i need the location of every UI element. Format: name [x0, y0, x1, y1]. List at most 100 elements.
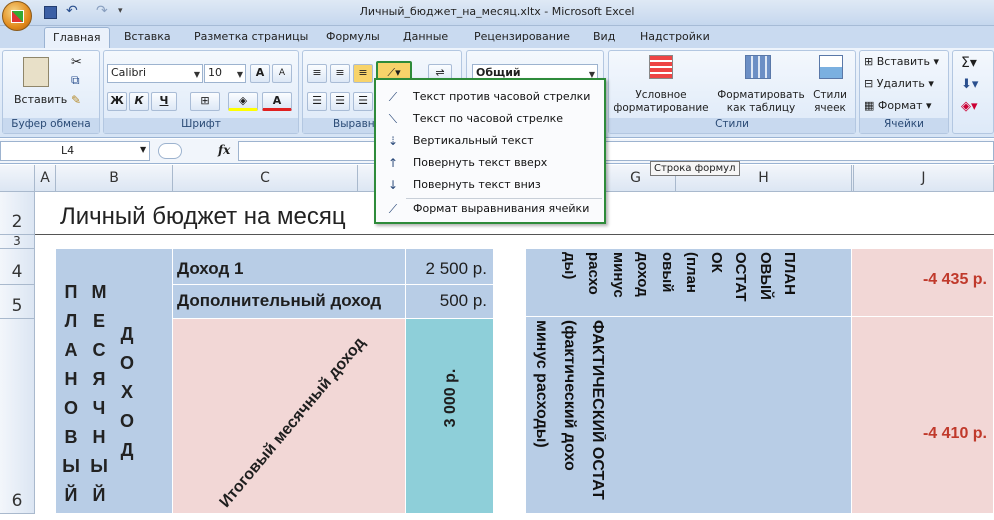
menu-item-format-alignment[interactable]: ⟋ Формат выравнивания ячейки [376, 198, 604, 220]
extra-income-value: 500 р. [439, 291, 487, 310]
fx-icon[interactable]: fx [218, 143, 230, 157]
font-label: Шрифт [104, 118, 298, 133]
planned-balance-line: (план [683, 252, 700, 293]
row-header-2[interactable]: 2 [0, 192, 35, 235]
row-header-3[interactable]: 3 [0, 234, 35, 249]
formula-bar-toggle[interactable] [158, 143, 182, 159]
clear-icon[interactable]: ◈▾ [961, 99, 978, 114]
format-align-icon: ⟋ [388, 202, 398, 216]
cell-styles-button[interactable]: Стили ячеек [807, 89, 853, 115]
income1-label-cell[interactable]: Доход 1 [173, 249, 406, 285]
column-header-c[interactable]: C [173, 165, 358, 192]
actual-balance-value-cell[interactable]: -4 410 р. [852, 317, 994, 514]
income1-value-cell[interactable]: 2 500 р. [406, 249, 494, 285]
paste-icon[interactable] [23, 57, 49, 87]
bold-button[interactable]: Ж [107, 92, 127, 111]
sheet-title: Личный бюджет на месяц [60, 203, 346, 230]
chevron-down-icon: ▼ [236, 70, 243, 79]
format-cells-button[interactable]: ▦ Формат ▾ [864, 99, 932, 112]
planned-income-col3: ДОХОД [116, 320, 138, 465]
name-box-dropdown-icon[interactable]: ▼ [140, 145, 146, 154]
row-header-5[interactable]: 5 [0, 285, 35, 319]
menu-item-format-alignment-label: Формат выравнивания ячейки [413, 202, 590, 215]
total-income-value: 3 000 р. [442, 368, 459, 428]
cell-styles-icon[interactable] [819, 55, 843, 79]
format-as-table-button[interactable]: Форматировать как таблицу [713, 89, 809, 115]
menu-item-rotate-up[interactable]: ↑ Повернуть текст вверх [376, 152, 604, 174]
menu-item-rotate-up-label: Повернуть текст вверх [413, 156, 548, 169]
align-center-button[interactable]: ☰ [330, 92, 350, 111]
fill-color-button[interactable]: ◈ [228, 92, 258, 111]
borders-button[interactable]: ⊞ [190, 92, 220, 111]
menu-item-vertical-text[interactable]: ⇣ Вертикальный текст [376, 130, 604, 152]
tab-insert[interactable]: Вставка [124, 30, 171, 43]
conditional-format-button[interactable]: Условное форматирование [611, 89, 711, 115]
planned-word: ПЛАНОВЫЙ [62, 282, 80, 505]
tab-page-layout[interactable]: Разметка страницы [194, 30, 308, 43]
styles-group: Условное форматирование Форматировать ка… [608, 50, 856, 134]
planned-income-col2: МЕСЯЧНЫЙ [88, 278, 110, 510]
menu-item-ccw-text[interactable]: ⟋ Текст против часовой стрелки [376, 86, 604, 108]
font-color-button[interactable]: A [262, 92, 292, 111]
planned-balance-line: ПЛАН [781, 252, 798, 295]
tab-review[interactable]: Рецензирование [474, 30, 570, 43]
tab-data[interactable]: Данные [403, 30, 448, 43]
total-income-value-cell[interactable]: 3 000 р. [406, 319, 494, 514]
copy-icon[interactable]: ⧉ [71, 73, 80, 88]
formula-bar-tooltip: Строка формул [650, 161, 740, 176]
tab-home[interactable]: Главная [44, 27, 110, 49]
row-header-4[interactable]: 4 [0, 249, 35, 285]
clipboard-label: Буфер обмена [3, 118, 99, 133]
planned-balance-line: ОК [707, 252, 725, 273]
extra-income-value-cell[interactable]: 500 р. [406, 285, 494, 319]
align-middle-button[interactable]: ≡ [330, 64, 350, 83]
underline-button[interactable]: Ч [151, 92, 177, 111]
insert-cells-button[interactable]: ⊞ Вставить ▾ [864, 55, 939, 68]
column-header-j[interactable]: J [854, 165, 994, 192]
office-logo-icon [11, 10, 24, 23]
planned-balance-value: -4 435 р. [922, 271, 987, 288]
paste-button[interactable]: Вставить [14, 93, 67, 106]
tab-view[interactable]: Вид [593, 30, 615, 43]
tab-addins[interactable]: Надстройки [640, 30, 710, 43]
menu-item-rotate-down[interactable]: ↓ Повернуть текст вниз [376, 174, 604, 196]
cut-icon[interactable]: ✂ [71, 55, 82, 70]
format-painter-icon[interactable]: ✎ [71, 93, 81, 107]
planned-balance-line: ОСТАТ [732, 252, 749, 302]
title-underline [35, 234, 994, 235]
fill-icon[interactable]: ⬇▾ [961, 77, 978, 92]
ccw-text-icon: ⟋ [388, 90, 398, 104]
delete-cells-button[interactable]: ⊟ Удалить ▾ [864, 77, 934, 90]
name-box[interactable]: L4 [0, 141, 150, 161]
align-bottom-button[interactable]: ≡ [353, 64, 373, 83]
income-word: ДОХОД [119, 324, 134, 460]
tab-formulas[interactable]: Формулы [326, 30, 380, 43]
row-header-6[interactable]: 6 [0, 319, 35, 514]
font-name-combo[interactable]: Calibri ▼ [107, 64, 203, 83]
column-header-a[interactable]: A [35, 165, 56, 192]
select-all-corner[interactable] [0, 165, 35, 192]
font-size-value: 10 [208, 66, 222, 79]
planned-balance-line: минус [609, 252, 627, 298]
vertical-text-icon: ⇣ [387, 134, 399, 148]
align-right-button[interactable]: ☰ [353, 92, 373, 111]
align-top-button[interactable]: ≡ [307, 64, 327, 83]
column-header-b[interactable]: B [56, 165, 173, 192]
italic-button[interactable]: К [129, 92, 149, 111]
cw-text-icon: ⟍ [388, 112, 398, 126]
menu-item-cw-text[interactable]: ⟍ Текст по часовой стрелке [376, 108, 604, 130]
extra-income-label-cell[interactable]: Дополнительный доход [173, 285, 406, 319]
conditional-format-icon[interactable] [649, 55, 673, 79]
total-income-label-cell[interactable]: Итоговый месячный доход [173, 319, 406, 514]
office-button[interactable] [2, 1, 32, 31]
autosum-icon[interactable]: Σ▾ [961, 55, 977, 71]
grow-font-button[interactable]: A [250, 64, 270, 83]
planned-balance-value-cell[interactable]: -4 435 р. [852, 249, 994, 317]
planned-balance-line: овый [658, 252, 676, 293]
align-left-button[interactable]: ☰ [307, 92, 327, 111]
editing-group: Σ▾ ⬇▾ ◈▾ [952, 50, 994, 134]
font-size-combo[interactable]: 10 ▼ [204, 64, 246, 83]
format-table-icon[interactable] [745, 55, 771, 79]
formula-input[interactable] [238, 141, 994, 161]
shrink-font-button[interactable]: A [272, 64, 292, 83]
